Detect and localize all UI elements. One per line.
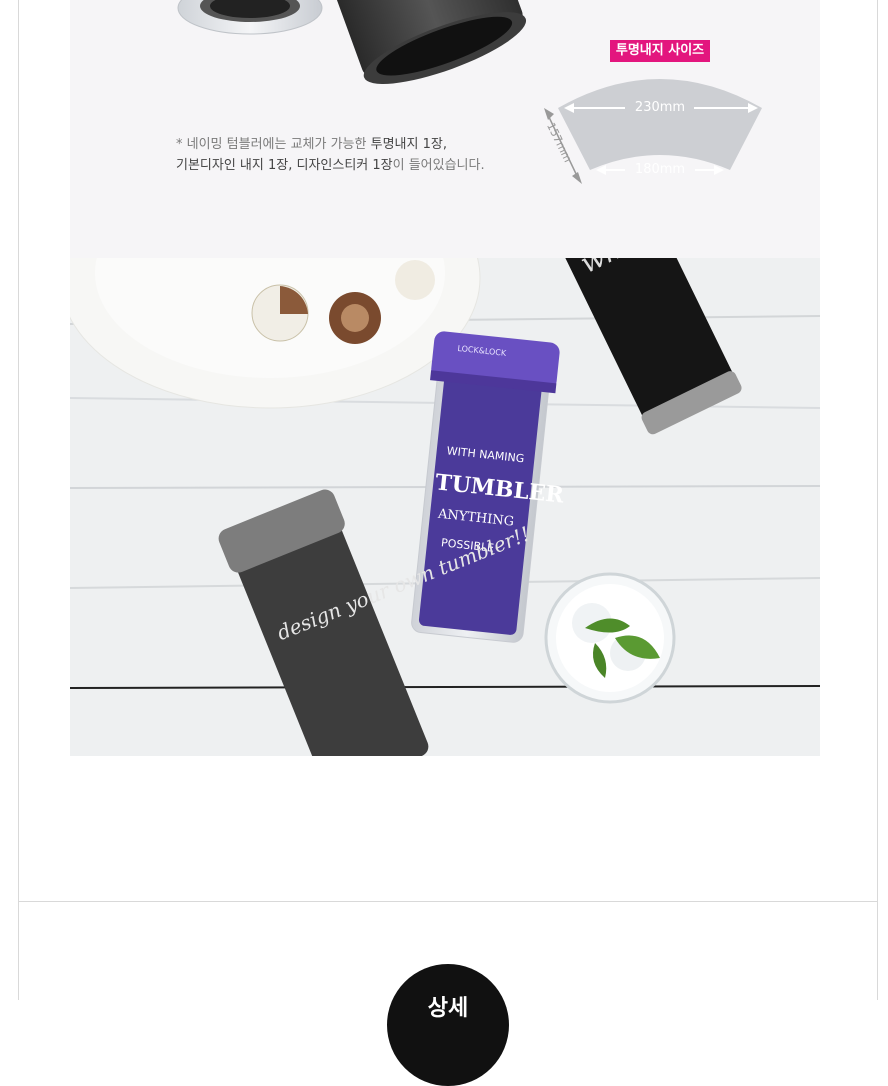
spec-illustration: ☁ [177, 0, 762, 184]
tumbler-notice: * 네이밍 텀블러에는 교체가 가능한 투명내지 1장, 기본디자인 내지 1장… [176, 134, 536, 176]
notice-prefix: * 네이밍 텀블러에는 교체가 가능한 [176, 137, 371, 152]
lifestyle-photo: what's your name? LOCK&LOCK WITH NAMING … [70, 258, 820, 756]
glass-of-ice [544, 572, 676, 704]
sleeve-shape [558, 79, 762, 170]
detail-section-label: 상세 [427, 996, 469, 1021]
product-spec-panel: ☁ 투명내지 사이즈 230mm 180mm 157mm * 네이밍 텀블러에는… [70, 0, 820, 258]
clear-bottle-end [177, 0, 323, 35]
spec-badge: 투명내지 사이즈 [615, 43, 705, 58]
dark-bottle-end: ☁ [330, 0, 527, 84]
photo-illustration: what's your name? LOCK&LOCK WITH NAMING … [70, 258, 820, 756]
spec-top-width: 230mm [634, 100, 686, 115]
section-divider [18, 901, 878, 902]
detail-section-badge: 상세 [387, 964, 509, 1086]
notice-bold-2: 기본디자인 내지 1장, 디자인스티커 1장 [176, 158, 393, 173]
notice-tail: 이 들어있습니다. [392, 158, 485, 173]
notice-bold-1: 투명내지 1장, [370, 137, 447, 152]
spec-bottom-width: 180mm [634, 162, 686, 177]
